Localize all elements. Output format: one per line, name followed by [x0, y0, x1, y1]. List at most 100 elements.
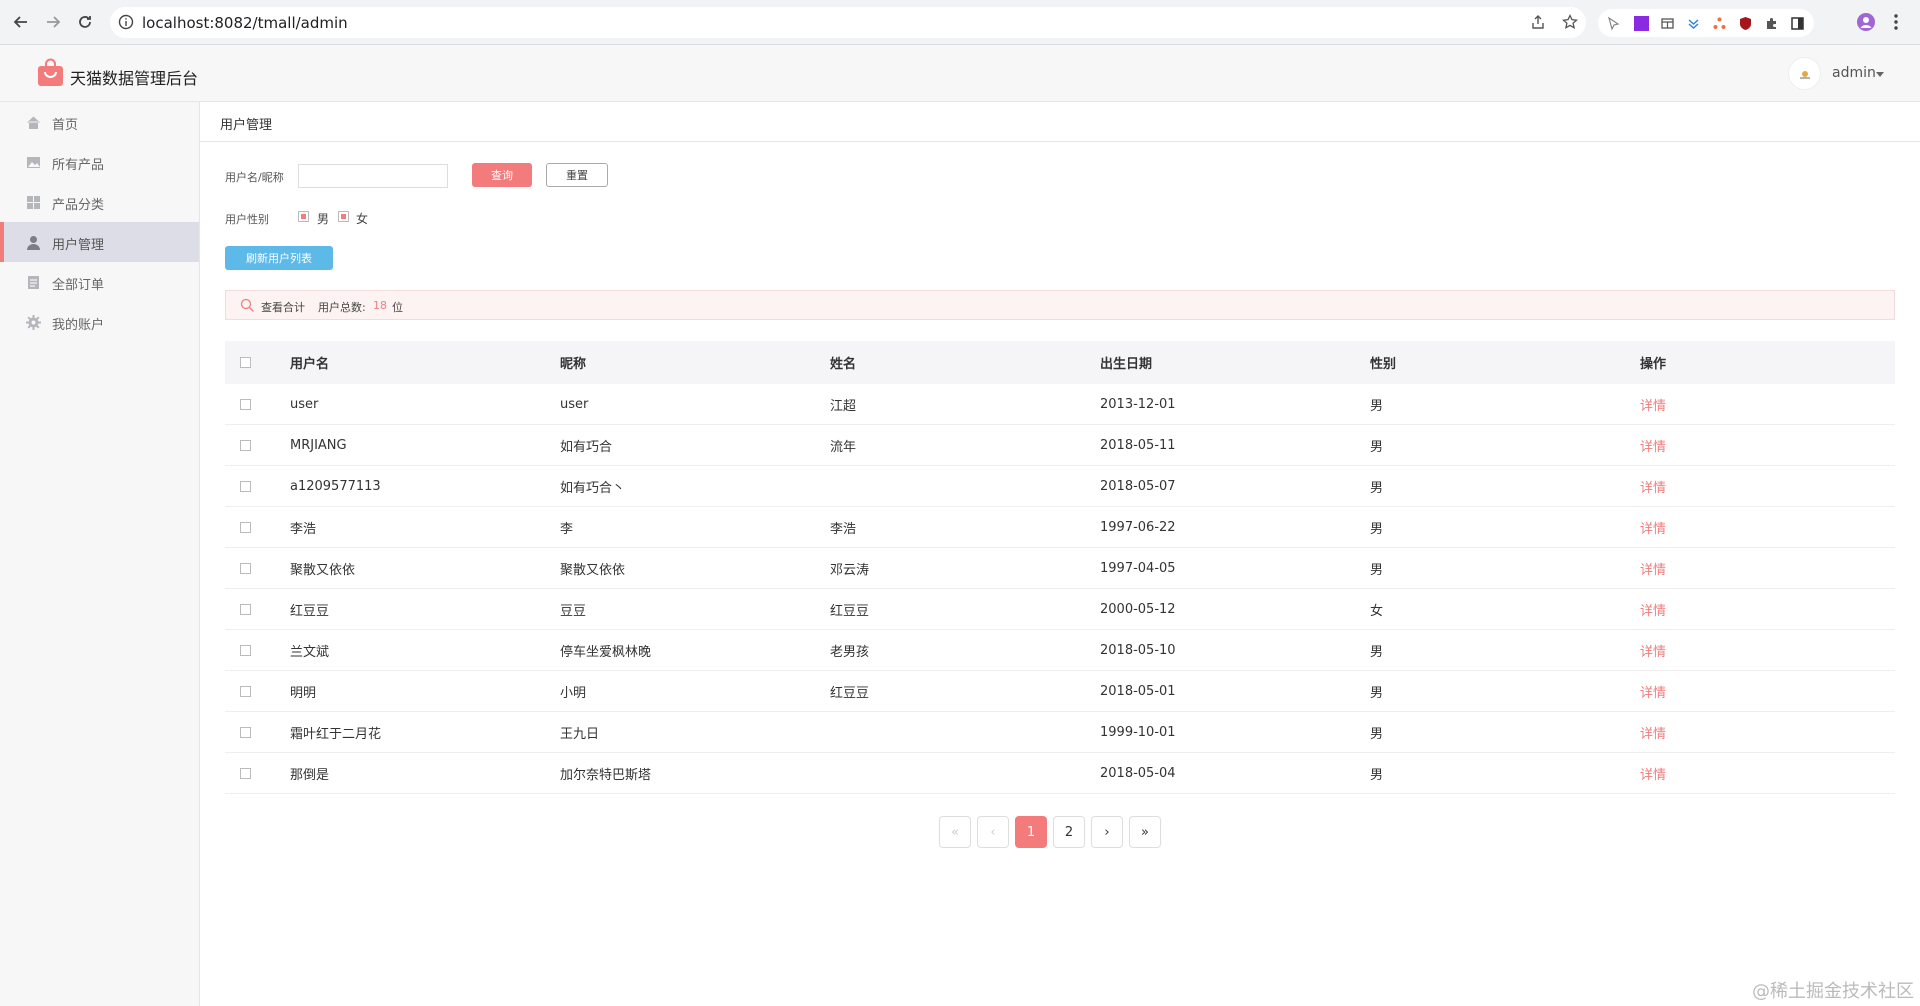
cursor-extension-icon[interactable]	[1606, 16, 1621, 31]
sidebar-item-label: 产品分类	[52, 198, 105, 213]
cell-nickname: 加尔奈特巴斯塔	[560, 767, 652, 783]
share-icon[interactable]	[1530, 14, 1546, 34]
chevron-down-icon[interactable]	[1876, 72, 1884, 77]
column-header-birthday[interactable]: 出生日期	[1100, 341, 1152, 384]
last-page-button[interactable]: »	[1129, 816, 1161, 848]
table-row: user user 江超 2013-12-01 男 详情	[225, 384, 1895, 425]
sidebar-item-label: 我的账户	[52, 318, 105, 333]
profile-avatar-icon[interactable]	[1856, 12, 1876, 36]
cell-nickname: 停车坐爱枫林晚	[560, 644, 652, 660]
cell-username: 兰文斌	[290, 644, 330, 660]
cell-birthday: 1999-10-01	[1100, 724, 1176, 740]
sidebar-item-products[interactable]: 所有产品	[0, 142, 199, 182]
detail-link[interactable]: 详情	[1640, 548, 1666, 588]
male-checkbox[interactable]	[298, 211, 309, 222]
detail-link[interactable]: 详情	[1640, 384, 1666, 424]
cell-nickname: user	[560, 396, 589, 412]
detail-link[interactable]: 详情	[1640, 589, 1666, 629]
column-header-name[interactable]: 姓名	[830, 341, 856, 384]
sidebar-item-users[interactable]: 用户管理	[0, 222, 199, 262]
cell-name: 邓云涛	[830, 562, 870, 578]
detail-link[interactable]: 详情	[1640, 425, 1666, 465]
sidebar-item-label: 所有产品	[52, 158, 105, 173]
cell-username: 那倒是	[290, 767, 330, 783]
column-header-sex[interactable]: 性别	[1370, 341, 1396, 384]
cell-nickname: 如有巧合丶	[560, 480, 626, 496]
side-panel-icon[interactable]	[1790, 16, 1805, 31]
page-1-button[interactable]: 1	[1015, 816, 1047, 848]
row-checkbox[interactable]	[240, 686, 251, 697]
forward-icon[interactable]	[42, 11, 64, 33]
detail-link[interactable]: 详情	[1640, 507, 1666, 547]
detail-link[interactable]: 详情	[1640, 630, 1666, 670]
cell-sex: 男	[1370, 398, 1384, 414]
table-header: 用户名 昵称 姓名 出生日期 性别 操作	[225, 341, 1895, 384]
name-filter-label: 用户名/昵称	[225, 171, 284, 184]
row-checkbox[interactable]	[240, 522, 251, 533]
address-bar[interactable]: localhost:8082/tmall/admin	[110, 7, 1586, 38]
column-header-nickname[interactable]: 昵称	[560, 341, 586, 384]
next-page-button[interactable]: ›	[1091, 816, 1123, 848]
name-search-input[interactable]	[298, 164, 448, 188]
column-header-username[interactable]: 用户名	[290, 341, 329, 384]
row-checkbox[interactable]	[240, 604, 251, 615]
prev-page-button[interactable]: ‹	[977, 816, 1009, 848]
site-info-icon[interactable]	[118, 14, 134, 34]
cell-name: 红豆豆	[830, 603, 870, 619]
cell-username: user	[290, 396, 319, 412]
admin-user-menu[interactable]: admin	[1832, 65, 1876, 81]
cell-sex: 男	[1370, 644, 1384, 660]
detail-link[interactable]: 详情	[1640, 712, 1666, 752]
first-page-button[interactable]: «	[939, 816, 971, 848]
row-checkbox[interactable]	[240, 481, 251, 492]
detail-link[interactable]: 详情	[1640, 753, 1666, 793]
ublock-icon[interactable]	[1738, 16, 1753, 31]
sidebar-item-categories[interactable]: 产品分类	[0, 182, 199, 222]
sidebar-item-orders[interactable]: 全部订单	[0, 262, 199, 302]
detail-link[interactable]: 详情	[1640, 466, 1666, 506]
cell-sex: 男	[1370, 480, 1384, 496]
purple-extension-icon[interactable]	[1634, 16, 1649, 31]
cell-birthday: 2013-12-01	[1100, 396, 1176, 412]
bookmark-star-icon[interactable]	[1561, 13, 1579, 34]
female-checkbox[interactable]	[338, 211, 349, 222]
reload-icon[interactable]	[74, 11, 96, 33]
download-extension-icon[interactable]	[1686, 16, 1701, 31]
table-row: 李浩 李 李浩 1997-06-22 男 详情	[225, 507, 1895, 548]
cell-username: 明明	[290, 685, 317, 701]
browser-menu-icon[interactable]	[1893, 13, 1899, 35]
row-checkbox[interactable]	[240, 645, 251, 656]
row-checkbox[interactable]	[240, 727, 251, 738]
row-checkbox[interactable]	[240, 440, 251, 451]
sidebar-item-home[interactable]: 首页	[0, 102, 199, 142]
back-icon[interactable]	[10, 11, 32, 33]
page-2-button[interactable]: 2	[1053, 816, 1085, 848]
cell-birthday: 2018-05-04	[1100, 765, 1176, 781]
reset-button[interactable]: 重置	[546, 163, 608, 187]
admin-avatar[interactable]	[1788, 57, 1821, 90]
cell-username: 李浩	[290, 521, 317, 537]
row-checkbox[interactable]	[240, 399, 251, 410]
refresh-user-list-button[interactable]: 刷新用户列表	[225, 246, 333, 270]
cell-birthday: 2000-05-12	[1100, 601, 1176, 617]
table-row: 聚散又依依 聚散又依依 邓云涛 1997-04-05 男 详情	[225, 548, 1895, 589]
row-checkbox[interactable]	[240, 563, 251, 574]
puzzle-extension-icon[interactable]	[1764, 16, 1779, 31]
query-button[interactable]: 查询	[472, 163, 532, 187]
cell-nickname: 王九日	[560, 726, 600, 742]
tree-extension-icon[interactable]	[1712, 16, 1727, 31]
cell-username: 聚散又依依	[290, 562, 356, 578]
cell-name: 李浩	[830, 521, 857, 537]
table-row: 明明 小明 红豆豆 2018-05-01 男 详情	[225, 671, 1895, 712]
row-checkbox[interactable]	[240, 768, 251, 779]
detail-link[interactable]: 详情	[1640, 671, 1666, 711]
page-title: 用户管理	[220, 118, 273, 133]
sidebar-item-account[interactable]: 我的账户	[0, 302, 199, 342]
table-body: user user 江超 2013-12-01 男详情 MRJIANG 如有巧合 流年 2018…	[225, 384, 1895, 794]
document-icon	[26, 275, 41, 290]
user-total-label: 用户总数:	[318, 301, 366, 314]
select-all-checkbox[interactable]	[240, 357, 251, 368]
male-label: 男	[317, 212, 330, 226]
store-extension-icon[interactable]	[1660, 16, 1675, 31]
cell-birthday: 2018-05-07	[1100, 478, 1176, 494]
